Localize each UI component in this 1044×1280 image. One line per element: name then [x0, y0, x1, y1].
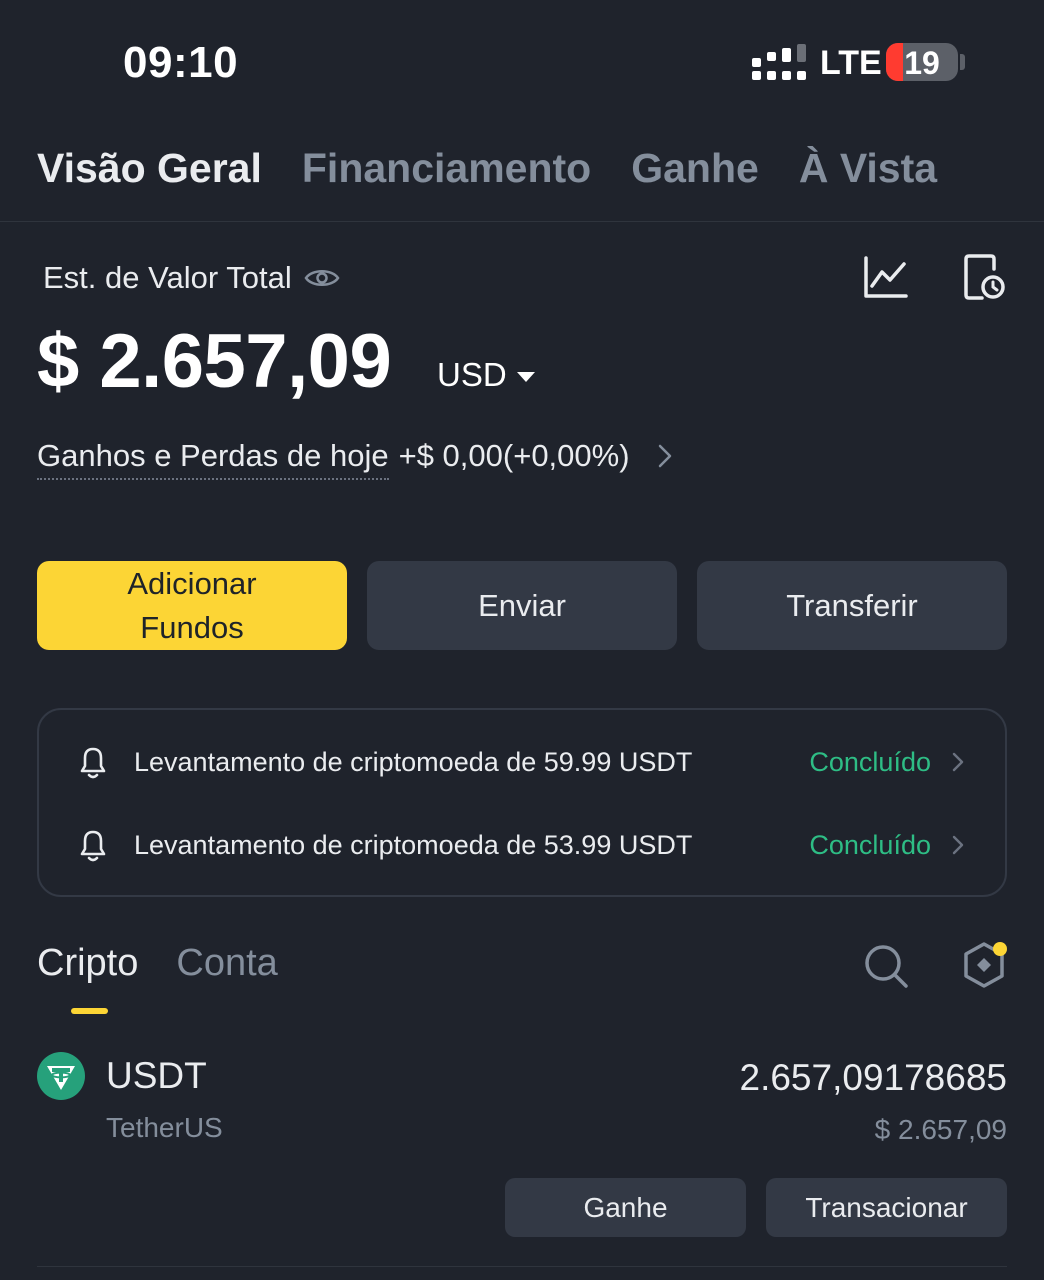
notification-dot — [993, 942, 1007, 956]
battery-cap — [960, 54, 965, 70]
chevron-right-icon — [658, 444, 671, 468]
history-icon[interactable] — [962, 253, 1006, 301]
caret-down-icon — [516, 372, 535, 382]
currency-label: USD — [437, 356, 507, 393]
chart-icon[interactable] — [862, 254, 908, 300]
currency-select[interactable]: USD — [437, 356, 535, 394]
search-icon[interactable] — [862, 942, 910, 990]
tab-funding[interactable]: Financiamento — [302, 145, 591, 192]
top-tabs: Visão Geral Financiamento Ganhe À Vista — [37, 145, 937, 192]
notification-status: Concluído — [809, 829, 931, 860]
tether-icon — [37, 1052, 85, 1100]
est-label-text: Est. de Valor Total — [43, 260, 292, 295]
earn-button[interactable]: Ganhe — [505, 1178, 746, 1237]
battery-level: 19 — [904, 45, 940, 81]
pnl-row[interactable]: Ganhos e Perdas de hoje +$ 0,00(+0,00%) — [37, 438, 676, 480]
pnl-label: Ganhos e Perdas de hoje — [37, 438, 389, 480]
tab-earn[interactable]: Ganhe — [631, 145, 759, 192]
send-button[interactable]: Enviar — [367, 561, 677, 650]
battery-icon: 19 — [886, 43, 958, 81]
notification-status: Concluído — [809, 746, 931, 777]
status-time: 09:10 — [123, 38, 239, 87]
signal-icon — [752, 44, 806, 80]
estimated-value-label: Est. de Valor Total — [43, 260, 340, 296]
chevron-right-icon — [952, 835, 964, 855]
divider — [37, 1266, 1007, 1267]
tab-crypto[interactable]: Cripto — [37, 942, 138, 985]
add-funds-button[interactable]: Adicionar Fundos — [37, 561, 347, 650]
notification-item[interactable]: Levantamento de criptomoeda de 59.99 USD… — [76, 742, 965, 782]
divider — [0, 221, 1044, 222]
transfer-button[interactable]: Transferir — [697, 561, 1007, 650]
network-type: LTE — [820, 44, 882, 82]
notification-text: Levantamento de criptomoeda de 59.99 USD… — [134, 746, 693, 777]
notifications-panel: Levantamento de criptomoeda de 59.99 USD… — [37, 708, 1007, 897]
tab-overview[interactable]: Visão Geral — [37, 145, 262, 192]
notification-text: Levantamento de criptomoeda de 53.99 USD… — [134, 829, 693, 860]
total-value: $ 2.657,09 — [37, 319, 392, 404]
active-tab-indicator — [71, 1008, 108, 1014]
eye-icon[interactable] — [304, 266, 340, 290]
asset-tabs: Cripto Conta — [37, 942, 278, 985]
asset-name: TetherUS — [106, 1112, 223, 1143]
tab-account[interactable]: Conta — [176, 942, 277, 985]
bell-icon — [80, 830, 106, 862]
asset-symbol: USDT — [106, 1055, 207, 1096]
asset-amount: 2.657,09178685 — [739, 1057, 1008, 1098]
asset-usd-value: $ 2.657,09 — [874, 1114, 1007, 1145]
chevron-right-icon — [952, 752, 964, 772]
notification-item[interactable]: Levantamento de criptomoeda de 53.99 USD… — [76, 825, 965, 865]
pnl-value: +$ 0,00(+0,00%) — [398, 438, 630, 473]
bell-icon — [80, 747, 106, 779]
tab-spot[interactable]: À Vista — [799, 145, 937, 192]
trade-button[interactable]: Transacionar — [766, 1178, 1007, 1237]
